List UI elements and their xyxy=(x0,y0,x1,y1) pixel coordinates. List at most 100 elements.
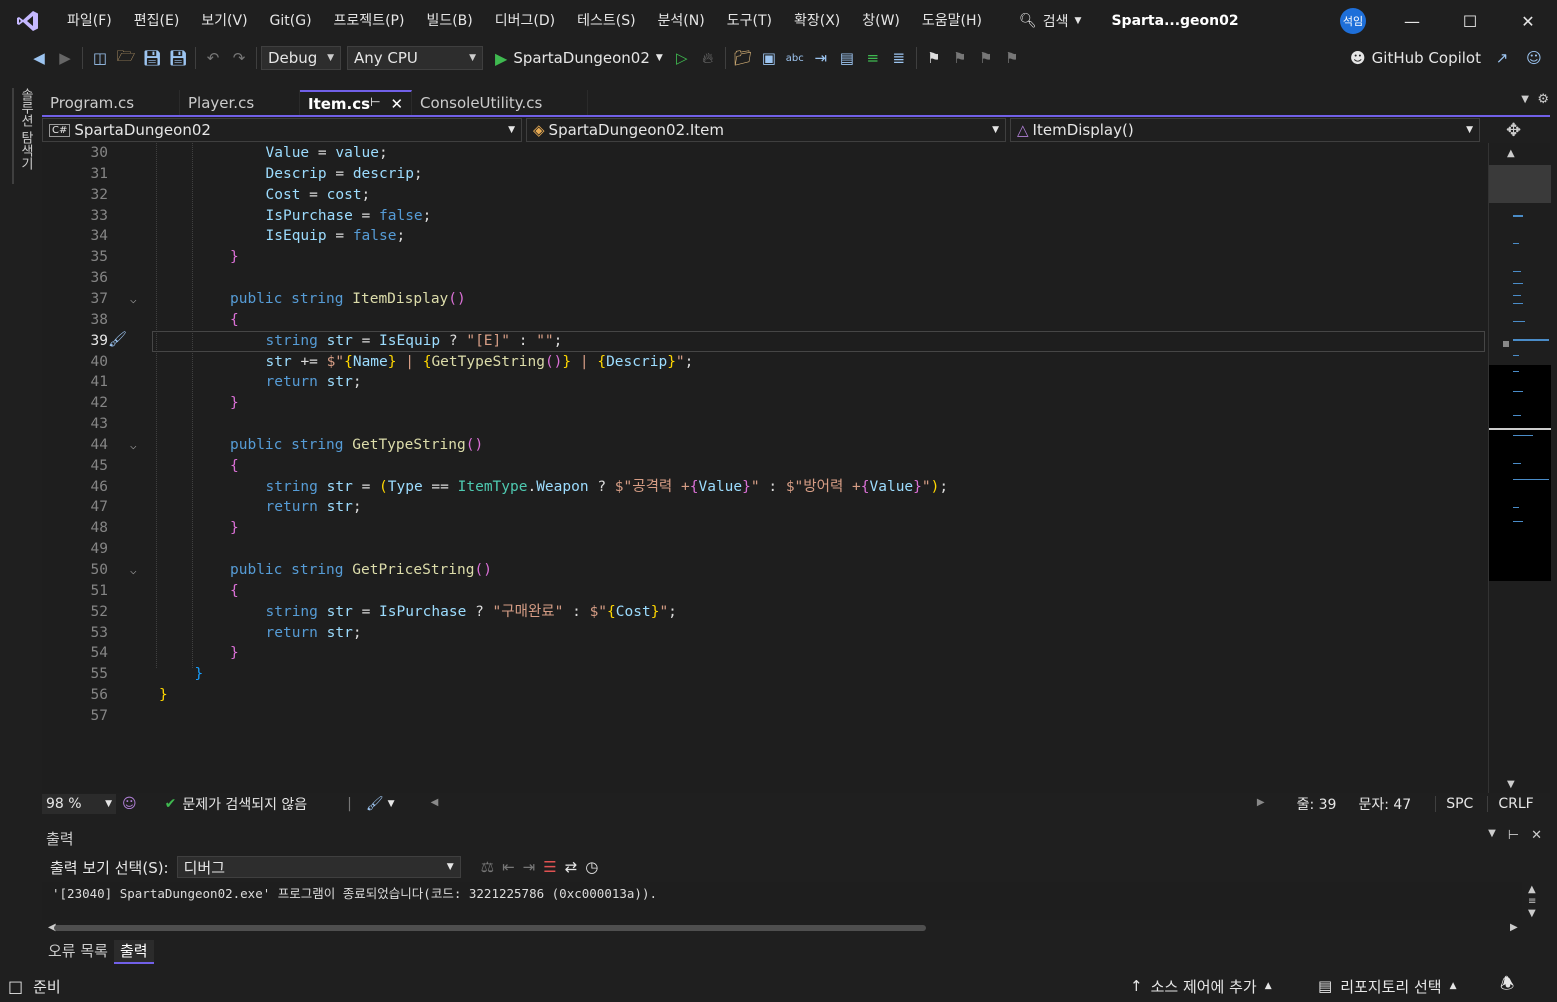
new-project-icon[interactable]: ◫ xyxy=(87,45,113,71)
code-line[interactable]: 40 str += $"{Name} | {GetTypeString()} | … xyxy=(42,352,1488,373)
code-minimap[interactable]: ▲ ▼ xyxy=(1488,143,1551,793)
intellicode-icon[interactable]: ☺ xyxy=(122,796,137,812)
comment-lines-icon[interactable]: ≡ xyxy=(860,45,886,71)
horizontal-scrollbar[interactable]: ◀ ▶ xyxy=(431,797,1265,811)
code-line[interactable]: 55} xyxy=(42,664,1488,685)
code-line[interactable]: 56} xyxy=(42,685,1488,706)
tab-item-cs[interactable]: Item.cs ⊢ ✕ xyxy=(300,90,412,116)
menu-item[interactable]: 도구(T) xyxy=(716,0,783,42)
code-line[interactable]: 45 { xyxy=(42,456,1488,477)
scroll-left-icon[interactable]: ◀ xyxy=(431,797,439,811)
notifications-bell-icon[interactable]: 🕭︎ xyxy=(1500,973,1514,1000)
open-folder-icon[interactable]: 🗁︎ xyxy=(113,45,139,71)
fold-chevron-icon[interactable]: ⌵ xyxy=(130,435,137,456)
whitespace-indicator[interactable]: SPC xyxy=(1435,796,1473,812)
step-icon[interactable]: ⇥ xyxy=(808,45,834,71)
output-vertical-scrollbar[interactable]: ▲ ≡ ▼ xyxy=(1528,884,1536,920)
tab-error-list[interactable]: 오류 목록 xyxy=(42,940,114,964)
menu-item[interactable]: 프로젝트(P) xyxy=(323,0,416,42)
clear-all-icon[interactable]: ☰ xyxy=(543,858,556,876)
maximize-button[interactable]: ☐ xyxy=(1441,0,1499,42)
bookmark-icon[interactable]: ⚑ xyxy=(921,45,947,71)
code-line[interactable]: 42} xyxy=(42,393,1488,414)
menu-item[interactable]: 디버그(D) xyxy=(484,0,566,42)
fold-chevron-icon[interactable]: ⌵ xyxy=(130,289,137,310)
code-line[interactable]: 32 Cost = cost; xyxy=(42,185,1488,206)
close-tab-icon[interactable]: ✕ xyxy=(391,95,404,113)
code-line[interactable]: 48} xyxy=(42,518,1488,539)
window-layout-icon[interactable]: ▣ xyxy=(756,45,782,71)
menu-item[interactable]: 도움말(H) xyxy=(911,0,993,42)
uncomment-lines-icon[interactable]: ≣ xyxy=(886,45,912,71)
zoom-select[interactable]: 98 % ▼ xyxy=(42,794,116,814)
code-cleanup-icon[interactable]: 🖌︎ xyxy=(366,796,384,812)
code-editor[interactable]: 30 Value = value; 31 Descrip = descrip; 32 Co… xyxy=(42,143,1488,793)
panel-menu-icon[interactable]: ▼ xyxy=(1488,828,1496,843)
code-line[interactable]: 44 ⌵ public string GetTypeString() xyxy=(42,435,1488,456)
code-line[interactable]: 51 { xyxy=(42,581,1488,602)
code-line[interactable]: 53 return str; xyxy=(42,623,1488,644)
solution-explorer-tab[interactable]: 솔루션 탐색기 xyxy=(12,88,35,184)
next-message-icon[interactable]: ⇥ xyxy=(523,858,536,876)
gear-icon[interactable]: ⚙ xyxy=(1537,92,1549,107)
tab-list-dropdown-icon[interactable]: ▼ xyxy=(1521,94,1529,105)
next-bookmark-icon[interactable]: ⚑ xyxy=(973,45,999,71)
tab-output[interactable]: 출력 xyxy=(113,940,154,964)
code-line[interactable]: 38 { xyxy=(42,310,1488,331)
search-box[interactable]: 🔍︎ 검색 ▼ xyxy=(1009,0,1091,42)
project-dropdown[interactable]: C# SpartaDungeon02 ▼ xyxy=(42,118,522,142)
code-line[interactable]: 35} xyxy=(42,247,1488,268)
minimize-button[interactable]: — xyxy=(1383,0,1441,42)
user-avatar[interactable]: 석임 xyxy=(1340,8,1366,34)
split-editor-icon[interactable]: ✥ xyxy=(1506,120,1521,141)
menu-item[interactable]: 확장(X) xyxy=(783,0,851,42)
start-without-debugging-icon[interactable]: ▷ xyxy=(669,45,695,71)
output-text[interactable]: '[23040] SpartaDungeon02.exe' 프로그램이 종료되었… xyxy=(42,882,1522,920)
code-line[interactable]: 33 IsPurchase = false; xyxy=(42,206,1488,227)
menu-item[interactable]: 빌드(B) xyxy=(415,0,483,42)
menu-item[interactable]: 분석(N) xyxy=(647,0,716,42)
class-dropdown[interactable]: ◈ SpartaDungeon02.Item ▼ xyxy=(526,118,1006,142)
previous-message-icon[interactable]: ⇤ xyxy=(502,858,515,876)
column-indicator[interactable]: 문자: 47 xyxy=(1358,794,1411,814)
fold-chevron-icon[interactable]: ⌵ xyxy=(130,560,137,581)
code-line[interactable]: 52 string str = IsPurchase ? "구매완료" : $"{… xyxy=(42,602,1488,623)
navigate-forward-icon[interactable]: ▶ xyxy=(52,45,78,71)
select-repository-button[interactable]: ▤ 리포지토리 선택 ▲ xyxy=(1318,976,1456,997)
menu-item[interactable]: 보기(V) xyxy=(190,0,258,42)
code-line[interactable]: 54} xyxy=(42,643,1488,664)
code-line[interactable]: 39 string str = IsEquip ? "[E]" : ""; xyxy=(42,331,1488,352)
navigate-back-icon[interactable]: ◀ xyxy=(26,45,52,71)
share-icon[interactable]: ↗ xyxy=(1489,45,1515,71)
code-line[interactable]: 50 ⌵ public string GetPriceString() xyxy=(42,560,1488,581)
output-horizontal-scroll-thumb[interactable] xyxy=(54,925,926,931)
compare-icon[interactable]: ▤ xyxy=(834,45,860,71)
code-line[interactable]: 49 xyxy=(42,539,1488,560)
menu-item[interactable]: Git(G) xyxy=(259,0,323,42)
code-line[interactable]: 41 return str; xyxy=(42,372,1488,393)
code-line[interactable]: 34 IsEquip = false; xyxy=(42,226,1488,247)
menu-item[interactable]: 파일(F) xyxy=(56,0,123,42)
pin-icon[interactable]: ⊢ xyxy=(370,95,380,113)
hot-reload-icon[interactable]: 🔥︎ xyxy=(695,45,721,71)
close-panel-icon[interactable]: ✕ xyxy=(1531,828,1542,843)
menu-item[interactable]: 창(W) xyxy=(851,0,911,42)
tab-program-cs[interactable]: Program.cs xyxy=(42,90,180,116)
line-indicator[interactable]: 줄: 39 xyxy=(1297,794,1337,814)
tab-player-cs[interactable]: Player.cs xyxy=(180,90,300,116)
code-line[interactable]: 36 xyxy=(42,268,1488,289)
code-line[interactable]: 37 ⌵ public string ItemDisplay() xyxy=(42,289,1488,310)
scroll-right-icon[interactable]: ▶ xyxy=(1510,922,1518,933)
start-debugging-button[interactable]: ▶ SpartaDungeon02 ▼ xyxy=(495,49,663,68)
quick-actions-brush-icon[interactable]: 🖌︎ xyxy=(108,330,127,348)
code-line[interactable]: 43 xyxy=(42,414,1488,435)
visual-studio-logo-icon[interactable] xyxy=(0,0,56,42)
spell-check-icon[interactable]: abc xyxy=(782,45,808,71)
code-line[interactable]: 30 Value = value; xyxy=(42,143,1488,164)
previous-bookmark-icon[interactable]: ⚑ xyxy=(947,45,973,71)
folder-search-icon[interactable]: 📁︎ xyxy=(730,45,756,71)
menu-item[interactable]: 편집(E) xyxy=(123,0,191,42)
output-source-select[interactable]: 디버그 ▼ xyxy=(176,856,461,878)
save-all-icon[interactable]: 💾︎ xyxy=(165,45,191,71)
add-to-source-control-button[interactable]: ↑ 소스 제어에 추가 ▲ xyxy=(1130,976,1272,997)
